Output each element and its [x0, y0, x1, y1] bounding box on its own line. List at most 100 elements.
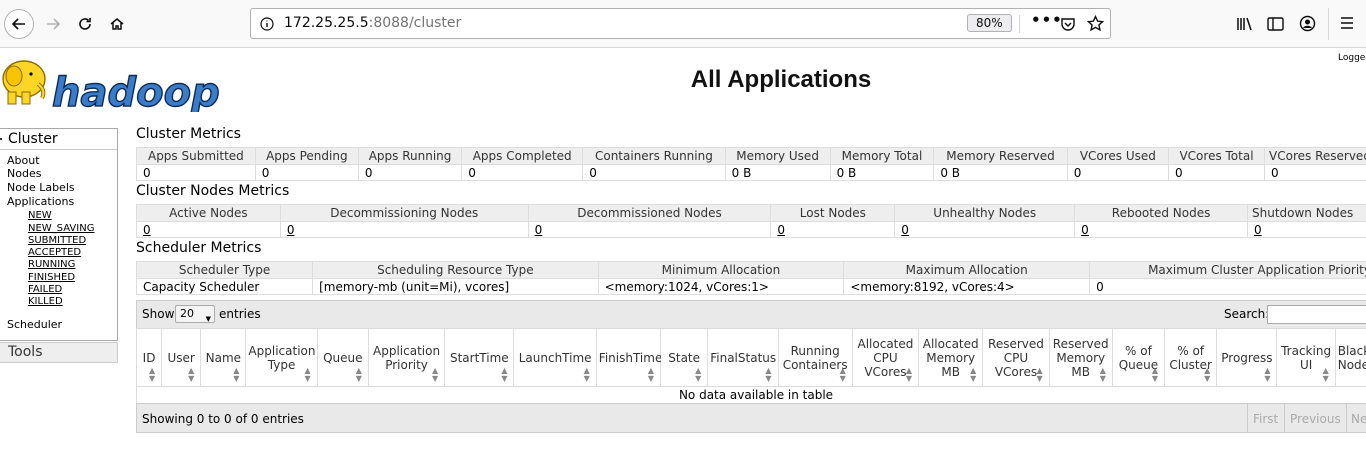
- sort-icon: ▲ ▼: [583, 366, 590, 383]
- page-size-select[interactable]: 20 ▼: [175, 305, 215, 323]
- zoom-level[interactable]: 80%: [967, 14, 1012, 32]
- node-metric-link[interactable]: 0: [287, 223, 295, 237]
- column-header-finish-time[interactable]: FinishTime ▲ ▼: [595, 328, 662, 387]
- metric-value: 0: [136, 164, 256, 181]
- metric-value: 0: [1167, 164, 1266, 181]
- scheduler-value: [memory-mb (unit=Mi), vcores]: [312, 278, 599, 295]
- sidebar-link-nodes[interactable]: Nodes: [7, 167, 41, 180]
- column-header: Rebooted Nodes: [1074, 204, 1248, 222]
- column-header-name[interactable]: Name ▲ ▼: [200, 328, 247, 387]
- cluster-metrics-title: Cluster Metrics: [136, 126, 241, 142]
- sidebar-link-accepted[interactable]: ACCEPTED: [28, 247, 81, 258]
- sidebar-icon[interactable]: [1267, 16, 1284, 32]
- column-header-running-containers[interactable]: Running Containers ▲ ▼: [777, 328, 853, 387]
- column-header-progress[interactable]: Progress ▲ ▼: [1216, 328, 1278, 387]
- address-bar[interactable]: 172.25.25.5:8088/cluster 80% •••: [250, 8, 1111, 39]
- reload-button[interactable]: [70, 9, 100, 39]
- table-row: No data available in table: [136, 386, 1366, 404]
- library-icon[interactable]: [1236, 16, 1253, 32]
- node-metrics-title: Cluster Nodes Metrics: [136, 183, 290, 199]
- column-header-state[interactable]: State ▲ ▼: [660, 328, 709, 387]
- home-button[interactable]: [102, 9, 132, 39]
- url-text[interactable]: 172.25.25.5:8088/cluster: [284, 15, 461, 31]
- sidebar-cluster-header[interactable]: Cluster: [0, 129, 117, 150]
- account-icon[interactable]: [1299, 15, 1316, 32]
- column-header-reserved-cpu[interactable]: Reserved CPU VCores ▲ ▼: [982, 328, 1050, 387]
- column-header-pct-cluster[interactable]: % of Cluster ▲ ▼: [1164, 328, 1218, 387]
- column-header-final-status[interactable]: FinalStatus ▲ ▼: [707, 328, 779, 387]
- info-icon[interactable]: [260, 17, 274, 31]
- sort-icon: ▲ ▼: [970, 366, 977, 383]
- sidebar-link-new[interactable]: NEW: [28, 210, 52, 221]
- table-row: 0 0 0 0 0 0 0: [136, 221, 1366, 238]
- sort-icon: ▲ ▼: [695, 366, 702, 383]
- applications-table: ID ▲ ▼ User ▲ ▼ Name ▲ ▼ Application Type ▲ ▼ Qu…: [135, 328, 1366, 404]
- table-info: Showing 0 to 0 of 0 entries: [142, 412, 304, 426]
- search-input[interactable]: [1267, 305, 1366, 324]
- sort-icon: ▲ ▼: [647, 366, 655, 383]
- sidebar-link-about[interactable]: About: [7, 154, 40, 167]
- page-actions-icon[interactable]: •••: [1031, 11, 1063, 29]
- node-metric-link[interactable]: 0: [143, 223, 151, 237]
- column-header-launch-time[interactable]: LaunchTime ▲ ▼: [513, 328, 597, 387]
- menu-icon[interactable]: [1340, 16, 1354, 30]
- sidebar-link-submitted[interactable]: SUBMITTED: [28, 235, 86, 246]
- first-page-button[interactable]: First: [1253, 412, 1278, 426]
- column-header-application-type[interactable]: Application Type ▲ ▼: [245, 328, 318, 387]
- back-button[interactable]: [4, 9, 34, 39]
- previous-page-button[interactable]: Previous: [1290, 412, 1341, 426]
- sort-icon: ▲ ▼: [839, 366, 846, 383]
- node-metric-cell: 0: [770, 221, 896, 238]
- column-header-start-time[interactable]: StartTime ▲ ▼: [444, 328, 515, 387]
- node-metric-link[interactable]: 0: [901, 223, 909, 237]
- column-header-application-priority[interactable]: Application Priority ▲ ▼: [367, 328, 446, 387]
- node-metric-link[interactable]: 0: [777, 223, 785, 237]
- pocket-icon[interactable]: [1060, 16, 1076, 32]
- sidebar-link-finished[interactable]: FINISHED: [28, 272, 75, 283]
- node-metric-link[interactable]: 0: [1254, 223, 1262, 237]
- scheduler-metrics-table: Scheduler Type Scheduling Resource Type …: [135, 261, 1366, 295]
- forward-button[interactable]: [38, 9, 68, 39]
- browser-toolbar: 172.25.25.5:8088/cluster 80% •••: [0, 0, 1366, 48]
- sidebar-link-applications[interactable]: Applications: [7, 195, 74, 208]
- column-header-queue[interactable]: Queue ▲ ▼: [316, 328, 369, 387]
- column-header-user[interactable]: User ▲ ▼: [161, 328, 202, 387]
- node-metric-link[interactable]: 0: [1081, 223, 1089, 237]
- column-header-id[interactable]: ID ▲ ▼: [135, 328, 163, 387]
- star-icon[interactable]: [1087, 15, 1104, 32]
- column-header-pct-queue[interactable]: % of Queue ▲ ▼: [1111, 328, 1166, 387]
- sort-icon: ▲ ▼: [188, 366, 195, 383]
- column-header-allocated-memory[interactable]: Allocated Memory MB ▲ ▼: [918, 328, 984, 387]
- sidebar-link-scheduler[interactable]: Scheduler: [7, 318, 62, 331]
- page: hadoop Logged in as: dr.who All Applicat…: [0, 48, 1366, 454]
- sidebar-link-running[interactable]: RUNNING: [28, 259, 75, 270]
- sidebar-link-killed[interactable]: KILLED: [28, 296, 63, 307]
- column-header: Memory Reserved: [933, 147, 1068, 165]
- sidebar-link-node-labels[interactable]: Node Labels: [7, 181, 75, 194]
- scheduler-value: <memory:8192, vCores:4>: [843, 278, 1091, 295]
- column-header-blacklisted-nodes[interactable]: Blacklisted Nodes: [1334, 328, 1366, 387]
- node-metric-cell: 0: [527, 221, 772, 238]
- apps-table-toolbar: Show 20 ▼ entries Search:: [136, 300, 1366, 328]
- logged-in-label: Logged in as: dr.who: [1338, 53, 1366, 63]
- page-size-value: 20: [180, 307, 194, 320]
- hadoop-logo[interactable]: hadoop: [0, 54, 224, 112]
- divider: [1247, 404, 1248, 433]
- node-metric-link[interactable]: 0: [535, 223, 543, 237]
- column-header-tracking-ui[interactable]: Tracking UI ▲ ▼: [1276, 328, 1336, 387]
- table-header-row: Apps Submitted Apps Pending Apps Running…: [136, 147, 1366, 165]
- column-header: Maximum Cluster Application Priority: [1089, 261, 1366, 279]
- column-header-allocated-cpu[interactable]: Allocated CPU VCores ▲ ▼: [851, 328, 920, 387]
- next-page-button[interactable]: Next: [1351, 412, 1366, 426]
- column-header: Memory Used: [724, 147, 831, 165]
- sidebar-link-failed[interactable]: FAILED: [28, 284, 62, 295]
- node-metric-cell: 0: [136, 221, 281, 238]
- divider: [1284, 404, 1285, 433]
- sidebar-link-new-saving[interactable]: NEW_SAVING: [28, 223, 94, 234]
- column-header: Apps Pending: [254, 147, 359, 165]
- sidebar-tools-header[interactable]: Tools: [0, 342, 118, 363]
- reload-icon: [79, 18, 91, 30]
- column-header-reserved-memory[interactable]: Reserved Memory MB ▲ ▼: [1048, 328, 1113, 387]
- column-header: Lost Nodes: [770, 204, 896, 222]
- scheduler-metrics-title: Scheduler Metrics: [136, 240, 262, 256]
